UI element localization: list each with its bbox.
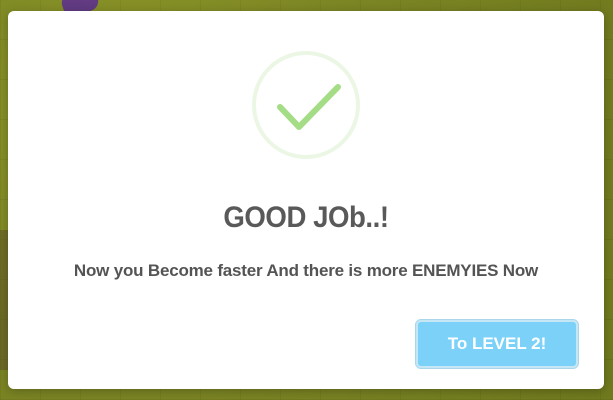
level-complete-dialog: GOOD JOb..! Now you Become faster And th… [8,11,604,389]
success-check-icon [252,51,360,159]
dialog-message: Now you Become faster And there is more … [73,261,539,280]
dialog-title: GOOD JOb..! [223,201,389,234]
next-level-button[interactable]: To LEVEL 2! [415,319,579,369]
checkmark-icon [277,84,341,130]
